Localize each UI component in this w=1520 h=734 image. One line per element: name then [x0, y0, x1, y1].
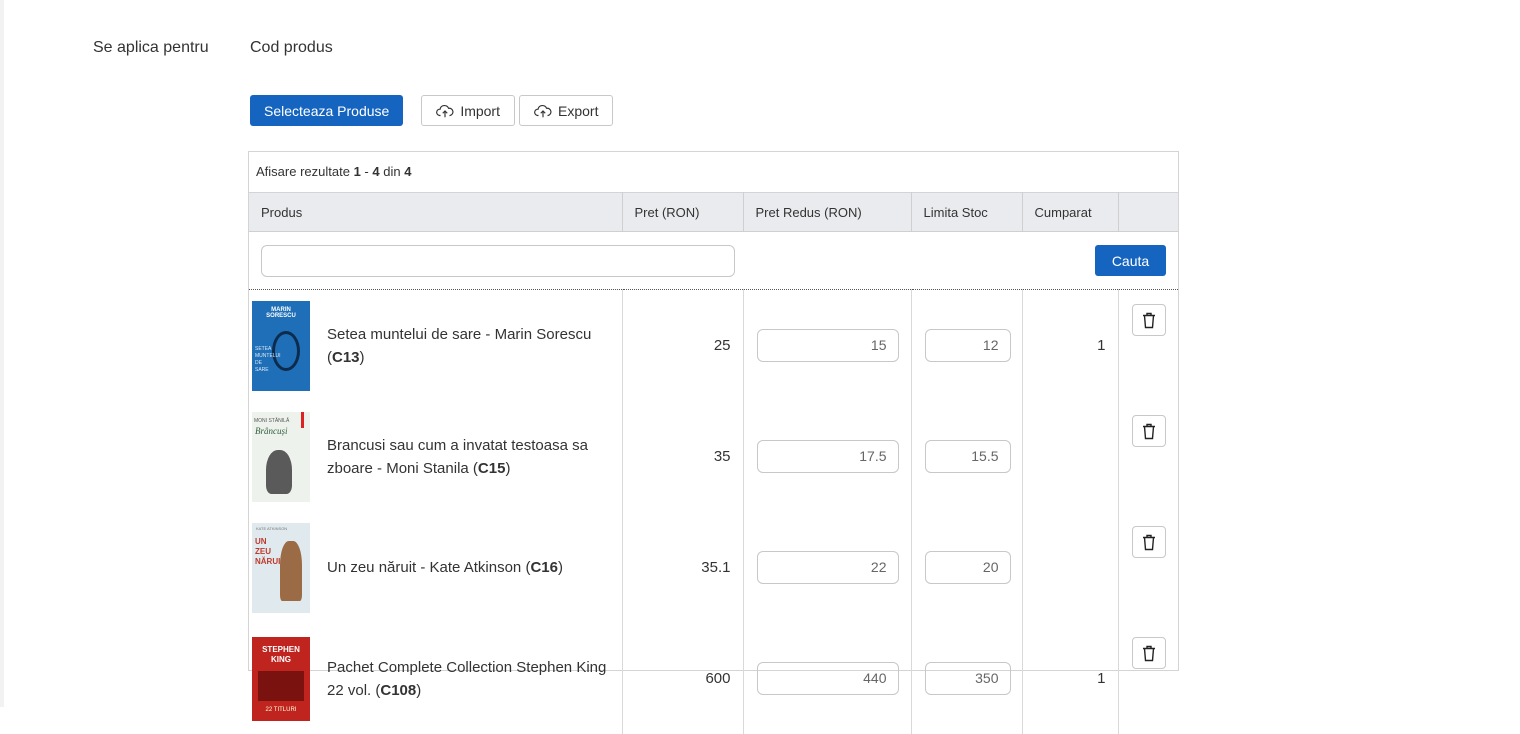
select-products-button[interactable]: Selecteaza Produse [250, 95, 404, 126]
product-code: C108 [380, 681, 417, 699]
table-row: MONI STĂNILĂ Brâncuși Brancusi sau cum a… [249, 401, 1178, 512]
product-price: 25 [622, 289, 744, 401]
results-to: 4 [372, 164, 380, 179]
stock-limit-input[interactable]: 12 [924, 329, 1011, 362]
import-label: Import [460, 102, 500, 119]
import-button[interactable]: Import [421, 95, 515, 126]
table-row: KATE ATKINSON UN ZEU NĂRUIT Un zeu nărui… [249, 512, 1178, 623]
reduced-price-input[interactable]: 15 [756, 329, 899, 362]
trash-icon [1142, 534, 1155, 550]
reduced-price-input[interactable]: 17.5 [756, 440, 899, 473]
table-row: STEPHEN KING 22 TITLURI Pachet Complete … [249, 623, 1178, 734]
results-from: 1 [353, 164, 361, 179]
product-name: Setea muntelui de sare - Marin Sorescu (… [327, 325, 592, 366]
results-separator: - [364, 164, 369, 179]
col-header-reduced-price[interactable]: Pret Redus (RON) [743, 192, 912, 232]
product-price: 600 [622, 623, 744, 734]
product-thumbnail: MARIN SORESCU SETEA MUNTELUI DE SARE [252, 300, 310, 391]
product-code: C13 [332, 348, 360, 366]
reduced-price-input[interactable]: 440 [756, 662, 899, 695]
col-header-actions [1118, 192, 1178, 232]
bought-count [1022, 401, 1119, 512]
stock-limit-input[interactable]: 15.5 [924, 440, 1011, 473]
product-name: Pachet Complete Collection Stephen King … [327, 658, 607, 699]
cloud-upload-icon [436, 104, 454, 117]
product-price: 35 [622, 401, 744, 512]
delete-row-button[interactable] [1131, 637, 1166, 669]
results-of-word: din [383, 164, 401, 179]
results-summary: Afisare rezultate 1 - 4 din 4 [249, 152, 1178, 192]
trash-icon [1142, 312, 1155, 328]
bought-count: 1 [1022, 289, 1119, 401]
product-name: Un zeu năruit - Kate Atkinson (C16) [327, 559, 563, 576]
col-header-product[interactable]: Produs [249, 192, 623, 232]
search-button[interactable]: Cauta [1095, 245, 1166, 276]
export-button[interactable]: Export [519, 95, 614, 126]
products-table: Produs Pret (RON) Pret Redus (RON) Limit… [249, 192, 1178, 734]
export-label: Export [558, 102, 599, 119]
bought-count [1022, 512, 1119, 623]
trash-icon [1142, 423, 1155, 439]
trash-icon [1142, 645, 1155, 661]
product-thumbnail: STEPHEN KING 22 TITLURI [252, 636, 310, 721]
applies-to-label: Se aplica pentru [93, 39, 209, 56]
table-header-row: Produs Pret (RON) Pret Redus (RON) Limit… [249, 192, 1178, 232]
bought-count: 1 [1022, 623, 1119, 734]
delete-row-button[interactable] [1131, 415, 1166, 447]
stock-limit-input[interactable]: 350 [924, 662, 1011, 695]
search-row: Cauta [249, 231, 1178, 290]
applies-to-value: Cod produs [250, 39, 333, 56]
col-header-stock-limit[interactable]: Limita Stoc [911, 192, 1023, 232]
left-page-edge [0, 0, 4, 707]
product-search-input[interactable] [261, 244, 735, 277]
table-row: MARIN SORESCU SETEA MUNTELUI DE SARE Set… [249, 289, 1178, 401]
product-thumbnail: KATE ATKINSON UN ZEU NĂRUIT [252, 522, 310, 613]
col-header-bought[interactable]: Cumparat [1022, 192, 1119, 232]
reduced-price-input[interactable]: 22 [756, 551, 899, 584]
stock-limit-input[interactable]: 20 [924, 551, 1011, 584]
product-price: 35.1 [622, 512, 744, 623]
product-code: C16 [530, 559, 558, 576]
delete-row-button[interactable] [1131, 304, 1166, 336]
product-toolbar: Selecteaza Produse Import Export [250, 95, 614, 126]
product-name: Brancusi sau cum a invatat testoasa sa z… [327, 436, 588, 477]
delete-row-button[interactable] [1131, 526, 1166, 558]
cloud-upload-icon [534, 104, 552, 117]
results-total: 4 [404, 164, 412, 179]
product-code: C15 [477, 459, 506, 477]
col-header-price[interactable]: Pret (RON) [622, 192, 744, 232]
results-prefix: Afisare rezultate [256, 164, 350, 179]
products-table-panel: Afisare rezultate 1 - 4 din 4 Produs Pre… [248, 151, 1179, 734]
product-thumbnail: MONI STĂNILĂ Brâncuși [252, 411, 310, 502]
